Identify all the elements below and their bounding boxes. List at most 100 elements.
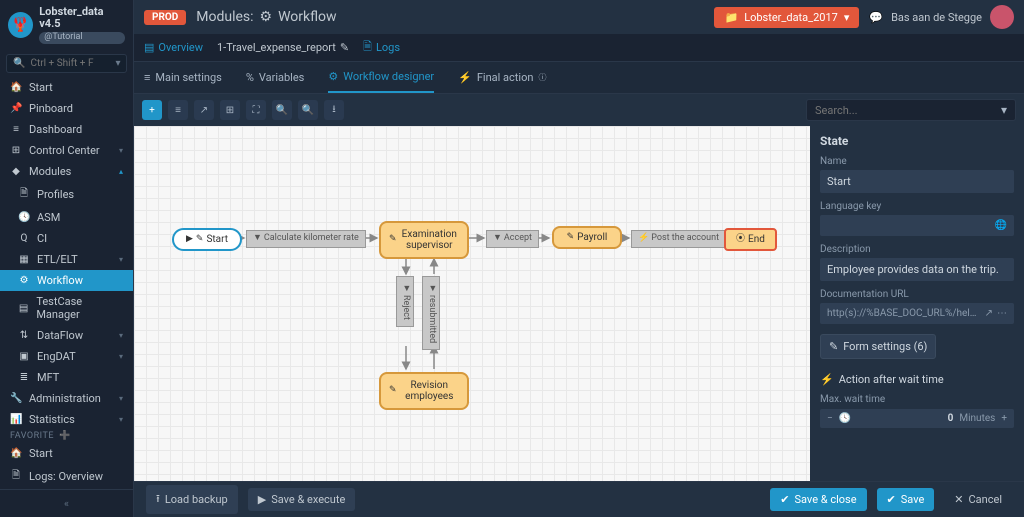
bc-logs[interactable]: 🗎Logs [363,38,400,57]
search-icon: 🔍 [13,58,25,69]
tab-variables[interactable]: %Variables [246,63,305,92]
tool-layout[interactable]: ⊞ [220,100,240,120]
nav-control-center[interactable]: ⊞Control Center▾ [0,140,133,161]
chevron-down-icon: ▾ [844,11,850,24]
context-selector[interactable]: 📁 Lobster_data_2017 ▾ [714,7,859,28]
save-button[interactable]: ✔Save [877,488,935,511]
name-input[interactable] [820,170,1014,193]
logo-icon: 🦞 [8,12,33,38]
node-examination[interactable]: ✎Examination supervisor [379,221,469,259]
node-payroll[interactable]: ✎Payroll [552,226,622,249]
canvas-search-input[interactable] [815,104,1001,117]
chevron-down-icon: ▾ [119,255,123,264]
bc-overview[interactable]: ▤Overview [144,41,203,54]
chevron-up-icon: ▴ [119,167,123,176]
nav-administration[interactable]: 🔧Administration▾ [0,388,133,409]
nav-etl[interactable]: ▦ETL/ELT▾ [0,249,133,270]
add-favorite-icon[interactable]: ➕ [59,431,71,441]
tab-main-settings[interactable]: ≡Main settings [144,63,222,92]
overview-icon: ▤ [144,41,154,54]
nav-profiles[interactable]: 🗎Profiles [0,182,133,207]
nav-dashboard[interactable]: ≡Dashboard [0,119,133,140]
globe-icon[interactable]: 🌐 [995,220,1007,231]
stop-icon: ⦿ [736,235,745,245]
minus-icon[interactable]: − [827,413,833,424]
tool-download[interactable]: ⭳ [324,100,344,120]
bolt-icon: ⚡ [638,234,649,244]
home-icon: 🏠 [10,82,22,93]
collapse-sidebar[interactable]: « [0,493,133,514]
doc-url[interactable]: http(s)://%BASE_DOC_URL%/help.html↗⋯ [820,303,1014,324]
save-close-button[interactable]: ✔Save & close [770,488,866,511]
nav-dataflow[interactable]: ⇅DataFlow▾ [0,325,133,346]
plus-icon[interactable]: + [1001,413,1007,424]
cancel-button[interactable]: ✕Cancel [944,488,1012,511]
favorites-header: FAVORITE ➕ [0,425,133,443]
tool-connect[interactable]: ↗ [194,100,214,120]
designer-toolbar: + ≡ ↗ ⊞ ⛶ 🔍 🔍 ⭳ ▾ [134,94,1024,126]
desc-input[interactable] [820,258,1014,281]
filter-icon: ▼ [493,234,502,244]
nav-asm[interactable]: 🕓ASM [0,207,133,228]
nav-workflow[interactable]: ⚙Workflow [0,270,133,291]
chevron-down-icon: ▾ [119,415,123,424]
gear-icon: ⚙ [328,70,338,83]
node-start[interactable]: ▶✎Start [172,228,242,251]
node-end[interactable]: ⦿End [724,228,777,251]
nav-engdat[interactable]: ▣EngDAT▾ [0,346,133,367]
list-icon: ≡ [144,71,150,84]
engdat-icon: ▣ [18,351,30,362]
desc-label: Description [820,244,1014,255]
nav-ci[interactable]: QCI [0,228,133,249]
upload-icon: ⭱ [156,490,160,509]
link-icon[interactable]: ↗ [985,308,993,319]
workflow-canvas[interactable]: ▶✎Start ▼Calculate kilometer rate ✎Exami… [134,126,810,481]
ci-icon: Q [18,233,30,244]
load-backup-button[interactable]: ⭱Load backup [146,485,238,514]
topbar-title: Modules: ⚙ Workflow [196,9,336,25]
node-revision[interactable]: ✎Revision employees [379,372,469,410]
chevron-down-icon: ▾ [119,394,123,403]
trans-resubmitted[interactable]: ▼resubmitted [422,276,440,350]
tab-final-action[interactable]: ⚡Final action ⓘ [458,63,546,92]
play-icon: ▶ [258,493,266,506]
sidebar-search-input[interactable] [30,58,110,69]
nav-pinboard[interactable]: 📌Pinboard [0,98,133,119]
tab-workflow-designer[interactable]: ⚙Workflow designer [328,62,434,93]
check-icon: ✔ [887,493,896,506]
tool-fit[interactable]: ⛶ [246,100,266,120]
trans-post[interactable]: ⚡Post the account [631,230,726,248]
nav-modules[interactable]: ◆Modules▴ [0,161,133,182]
form-settings-button[interactable]: ✎Form settings (6) [820,334,936,359]
close-icon: ✕ [954,493,963,506]
trans-accept[interactable]: ▼Accept [486,230,539,248]
edit-icon[interactable]: ✎ [340,41,349,54]
nav-statistics[interactable]: 📊Statistics▾ [0,409,133,425]
trans-reject[interactable]: ▼Reject [396,276,414,327]
folder-icon: 📁 [724,11,738,24]
chevron-down-icon: ▾ [119,146,123,155]
wait-input[interactable]: − 🕓 0 Minutes + [820,409,1014,428]
avatar[interactable] [990,5,1014,29]
edit-icon: ✎ [389,386,397,396]
tool-zoom-in[interactable]: 🔍 [272,100,292,120]
tool-align[interactable]: ≡ [168,100,188,120]
nav-start[interactable]: 🏠Start [0,77,133,98]
nav-mft[interactable]: ≣MFT [0,367,133,388]
canvas-search[interactable]: ▾ [806,99,1016,121]
dashboard-icon: ≡ [10,124,22,135]
lang-input[interactable]: 🌐 [820,215,1014,236]
add-button[interactable]: + [142,100,162,120]
fav-start[interactable]: 🏠Start [0,443,133,464]
edit-icon: ✎ [567,233,575,243]
trans-calc[interactable]: ▼Calculate kilometer rate [246,230,366,248]
nav-testcase[interactable]: ▤TestCase Manager [0,291,133,325]
clock-icon: 🕓 [18,212,30,223]
chat-icon[interactable]: 💬 [869,11,883,24]
tool-zoom-out[interactable]: 🔍 [298,100,318,120]
dots-icon[interactable]: ⋯ [997,308,1007,319]
sidebar-search[interactable]: 🔍 ▾ [6,54,127,73]
fav-logs[interactable]: 🗎Logs: Overview [0,464,133,489]
save-execute-button[interactable]: ▶Save & execute [248,488,356,511]
app-subtitle: @Tutorial [39,32,125,44]
